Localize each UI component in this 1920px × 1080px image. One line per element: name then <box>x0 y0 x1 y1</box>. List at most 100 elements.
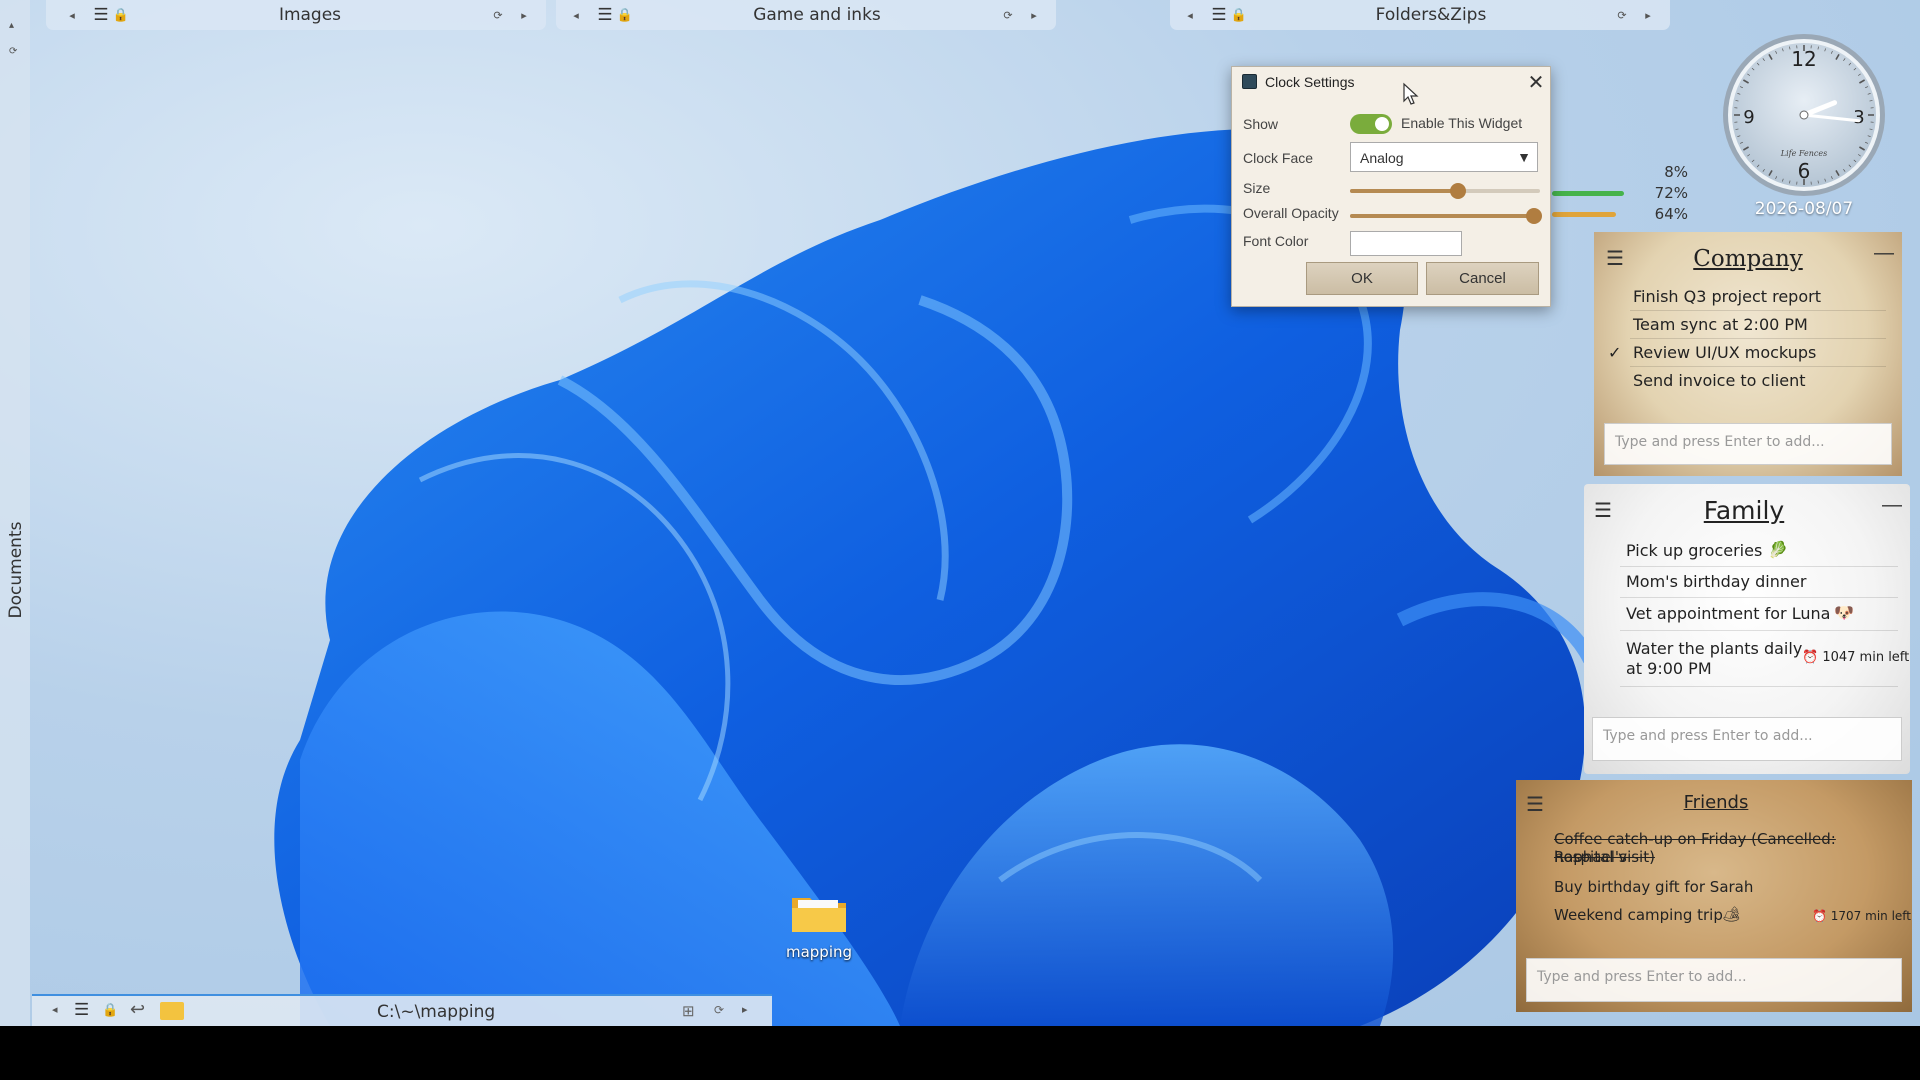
ok-button[interactable]: OK <box>1306 262 1418 295</box>
font-color-swatch[interactable] <box>1350 231 1462 256</box>
size-slider[interactable] <box>1350 183 1540 199</box>
fence-prev-icon[interactable]: ◂ <box>52 1003 58 1016</box>
clock-brand: Life Fences <box>1780 149 1827 158</box>
desktop[interactable]: ◂ ☰ 🔒 Images ⟳ ▸ ◂ ☰ 🔒 Game and inks ⟳ ▸… <box>0 0 1920 1026</box>
refresh-icon[interactable]: ⟳ <box>1000 9 1016 22</box>
fence-menu-icon[interactable]: ☰ <box>594 5 616 25</box>
close-icon[interactable]: ✕ <box>1525 70 1547 95</box>
font-color-label: Font Color <box>1243 233 1309 249</box>
refresh-icon[interactable]: ⟳ <box>490 9 506 22</box>
widget-title: Friends <box>1683 792 1749 813</box>
todo-add-input[interactable]: Type and press Enter to add... <box>1604 423 1892 465</box>
folder-icon[interactable] <box>160 1002 184 1020</box>
timer-text: 1707 min left <box>1830 909 1912 923</box>
meter-value: 64% <box>1654 205 1688 223</box>
minimize-icon[interactable]: — <box>1882 494 1902 517</box>
lock-icon[interactable]: 🔒 <box>616 7 634 23</box>
back-icon[interactable]: ↩ <box>130 999 145 1020</box>
clock-face-select[interactable]: Analog ▼ <box>1350 142 1538 172</box>
lock-icon[interactable]: 🔒 <box>112 7 130 23</box>
fence-next-icon[interactable]: ▸ <box>742 1003 748 1016</box>
enable-widget-label[interactable]: Enable This Widget <box>1401 115 1522 131</box>
todo-item[interactable]: Mom's birthday dinner <box>1626 572 1806 591</box>
clock-settings-dialog[interactable]: Clock Settings ✕ Show Enable This Widget… <box>1231 66 1551 307</box>
fence-prev-icon[interactable]: ◂ <box>64 9 80 22</box>
todo-add-input[interactable]: Type and press Enter to add... <box>1526 958 1902 1002</box>
dialog-title[interactable]: Clock Settings <box>1265 74 1354 90</box>
analog-clock[interactable]: 12 3 6 9 Life Fences <box>1721 32 1887 198</box>
clock-face-label: Clock Face <box>1243 150 1314 166</box>
todo-item[interactable]: Weekend camping trip <box>1554 906 1723 924</box>
todo-item[interactable]: Team sync at 2:00 PM <box>1633 315 1808 334</box>
fence-folders-zips-bar[interactable]: ◂ ☰ 🔒 Folders&Zips ⟳ ▸ <box>1170 0 1670 30</box>
clock-numeral: 9 <box>1743 107 1754 128</box>
grocery-emoji-icon: 🥬 <box>1768 540 1788 559</box>
desktop-icon-label[interactable]: mapping <box>772 943 866 961</box>
timer-text: 1047 min left <box>1822 650 1910 665</box>
lock-icon[interactable]: 🔒 <box>1230 7 1248 23</box>
app-icon <box>1242 74 1257 89</box>
clock-numeral: 12 <box>1791 47 1816 71</box>
todo-widget-friends[interactable]: ☰ Friends Coffee catch-up on Friday (Can… <box>1516 780 1912 1012</box>
widget-menu-icon[interactable]: ☰ <box>1594 498 1612 523</box>
grid-view-icon[interactable]: ⊞ <box>682 1002 695 1020</box>
todo-item[interactable]: Pick up groceries <box>1626 541 1762 560</box>
todo-item[interactable]: Send invoice to client <box>1633 371 1806 390</box>
minimize-icon[interactable]: — <box>1874 242 1894 265</box>
clock-face-value: Analog <box>1360 150 1404 166</box>
refresh-icon[interactable]: ⟳ <box>714 1003 724 1017</box>
camping-emoji-icon: 🏕 <box>1722 905 1742 923</box>
todo-widget-family[interactable]: ☰ — Family Pick up groceries 🥬 Mom's bir… <box>1584 484 1910 774</box>
widget-title: Company <box>1693 246 1803 272</box>
opacity-label: Overall Opacity <box>1243 205 1339 221</box>
fence-game-and-inks-bar[interactable]: ◂ ☰ 🔒 Game and inks ⟳ ▸ <box>556 0 1056 30</box>
fence-title: Folders&Zips <box>1375 5 1487 25</box>
fence-menu-icon[interactable]: ☰ <box>1208 5 1230 25</box>
opacity-slider[interactable] <box>1350 208 1543 224</box>
clock-numeral: 6 <box>1798 159 1811 183</box>
mouse-cursor <box>1403 82 1419 105</box>
fence-next-icon[interactable]: ▸ <box>1026 9 1042 22</box>
fence-prev-icon[interactable]: ◂ <box>1182 9 1198 22</box>
cancel-button[interactable]: Cancel <box>1426 262 1539 295</box>
todo-item[interactable]: Review UI/UX mockups <box>1633 343 1816 362</box>
todo-item-continued[interactable]: at 9:00 PM <box>1626 659 1712 678</box>
todo-widget-company[interactable]: ☰ — Company Finish Q3 project report Tea… <box>1594 232 1902 476</box>
slider-handle[interactable] <box>1526 208 1543 224</box>
slider-handle[interactable] <box>1450 183 1467 199</box>
dog-emoji-icon: 🐶 <box>1834 603 1854 622</box>
refresh-icon[interactable]: ⟳ <box>9 46 17 57</box>
timer-badge: ⏰ 1707 min left <box>1812 909 1911 923</box>
mapping-fence-bar[interactable]: ◂ ☰ 🔒 ↩ C:\~\mapping ⊞ ⟳ ▸ <box>32 994 772 1026</box>
lock-icon[interactable]: 🔒 <box>102 1002 118 1018</box>
fence-next-icon[interactable]: ▸ <box>1640 9 1656 22</box>
alarm-icon: ⏰ <box>1802 650 1819 665</box>
refresh-icon[interactable]: ⟳ <box>1614 9 1630 22</box>
enable-widget-toggle[interactable] <box>1350 114 1392 134</box>
todo-add-input[interactable]: Type and press Enter to add... <box>1592 717 1902 761</box>
fence-collapse-icon[interactable]: ▴ <box>9 20 14 31</box>
fence-title: Game and inks <box>753 5 881 25</box>
fence-next-icon[interactable]: ▸ <box>516 9 532 22</box>
fence-menu-icon[interactable]: ☰ <box>90 5 112 25</box>
folder-icon[interactable] <box>790 892 848 934</box>
clock-date: 2026-08/07 <box>1754 199 1854 219</box>
todo-item[interactable]: Vet appointment for Luna <box>1626 604 1830 623</box>
fence-path: C:\~\mapping <box>377 1002 496 1022</box>
todo-item[interactable]: Buy birthday gift for Sarah <box>1554 878 1753 896</box>
meter-value: 72% <box>1654 184 1688 202</box>
todo-item[interactable]: Water the plants daily <box>1626 639 1802 658</box>
timer-badge: ⏰ 1047 min left <box>1802 650 1909 665</box>
fence-prev-icon[interactable]: ◂ <box>568 9 584 22</box>
documents-fence[interactable]: ▴ ⟳ Documents <box>0 0 30 1026</box>
fence-images-bar[interactable]: ◂ ☰ 🔒 Images ⟳ ▸ <box>46 0 546 30</box>
fence-title: Images <box>278 5 342 25</box>
fence-menu-icon[interactable]: ☰ <box>74 1000 89 1020</box>
widget-menu-icon[interactable]: ☰ <box>1606 246 1624 271</box>
widget-title: Family <box>1703 496 1785 525</box>
todo-item[interactable]: Finish Q3 project report <box>1633 287 1821 306</box>
todo-item-continued[interactable]: hospital visit) <box>1554 848 1655 866</box>
meter-value: 8% <box>1664 163 1688 181</box>
clock-numeral: 3 <box>1853 107 1864 128</box>
widget-menu-icon[interactable]: ☰ <box>1526 792 1544 817</box>
